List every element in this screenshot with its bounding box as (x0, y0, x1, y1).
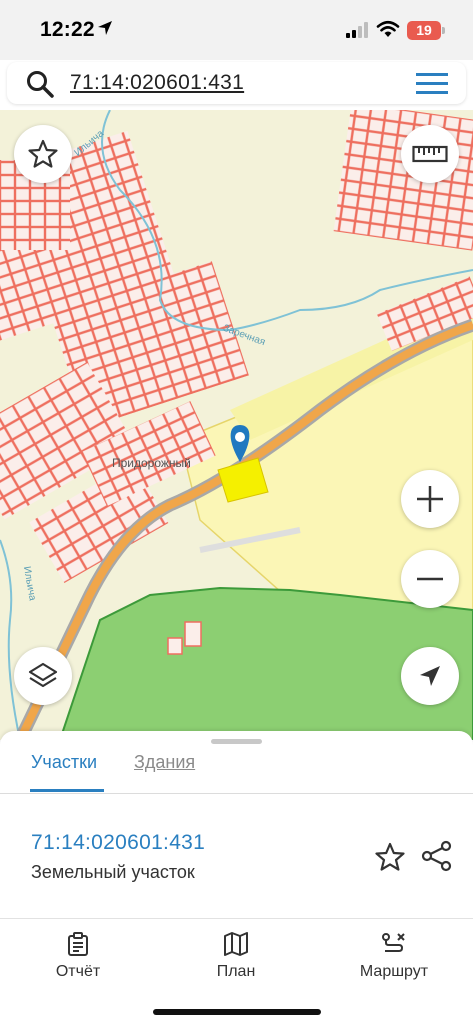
clipboard-icon (68, 932, 88, 956)
layers-icon (28, 662, 58, 688)
nav-plan[interactable]: План (176, 931, 296, 981)
status-time: 12:22 (40, 18, 95, 41)
layers-button[interactable] (14, 647, 72, 705)
cellular-signal-icon (346, 22, 368, 38)
parcel-cadastral-number[interactable]: 71:14:020601:431 (31, 831, 205, 855)
wifi-icon (376, 20, 400, 37)
zoom-out-button[interactable] (401, 550, 459, 608)
battery-cap (442, 27, 445, 34)
my-location-button[interactable] (401, 647, 459, 705)
tab-parcels[interactable]: Участки (31, 752, 97, 773)
location-arrow-icon (98, 21, 112, 35)
nav-plan-label: План (216, 963, 256, 980)
route-icon (382, 933, 405, 952)
results-sheet: Участки Здания 71:14:020601:431 Земельны… (0, 731, 473, 921)
nav-route-label: Маршрут (359, 963, 429, 980)
place-label: Придорожный (112, 456, 191, 470)
share-icon[interactable] (421, 840, 453, 872)
sheet-drag-handle[interactable] (211, 739, 262, 744)
zoom-in-button[interactable] (401, 470, 459, 528)
ruler-icon (412, 145, 448, 163)
active-tab-indicator (30, 789, 104, 792)
star-icon (28, 139, 58, 168)
battery-indicator: 19 (407, 21, 441, 40)
plus-icon (417, 486, 443, 512)
favorites-button[interactable] (14, 125, 72, 183)
hamburger-menu-icon[interactable] (414, 71, 450, 97)
map-icon (224, 932, 248, 956)
navigation-arrow-icon (420, 666, 440, 686)
home-indicator (153, 1009, 321, 1015)
search-input[interactable]: 71:14:020601:431 (70, 71, 244, 95)
cadastral-map[interactable] (0, 110, 473, 740)
map-view[interactable]: Придорожный Ильича Заречная Ильича (0, 110, 473, 740)
minus-icon (417, 577, 443, 581)
parcel-type: Земельный участок (31, 862, 195, 882)
status-bar: 12:22 19 (0, 0, 473, 60)
star-icon[interactable] (374, 841, 406, 873)
search-bar[interactable]: 71:14:020601:431 (7, 62, 466, 104)
divider (0, 793, 473, 794)
tab-buildings[interactable]: Здания (134, 752, 195, 773)
nav-report-label: Отчёт (55, 963, 101, 980)
nav-report[interactable]: Отчёт (18, 931, 138, 981)
bottom-navigation: Отчёт План Маршрут (0, 918, 473, 1024)
nav-route[interactable]: Маршрут (334, 931, 454, 981)
ruler-button[interactable] (401, 125, 459, 183)
search-icon[interactable] (25, 69, 55, 99)
